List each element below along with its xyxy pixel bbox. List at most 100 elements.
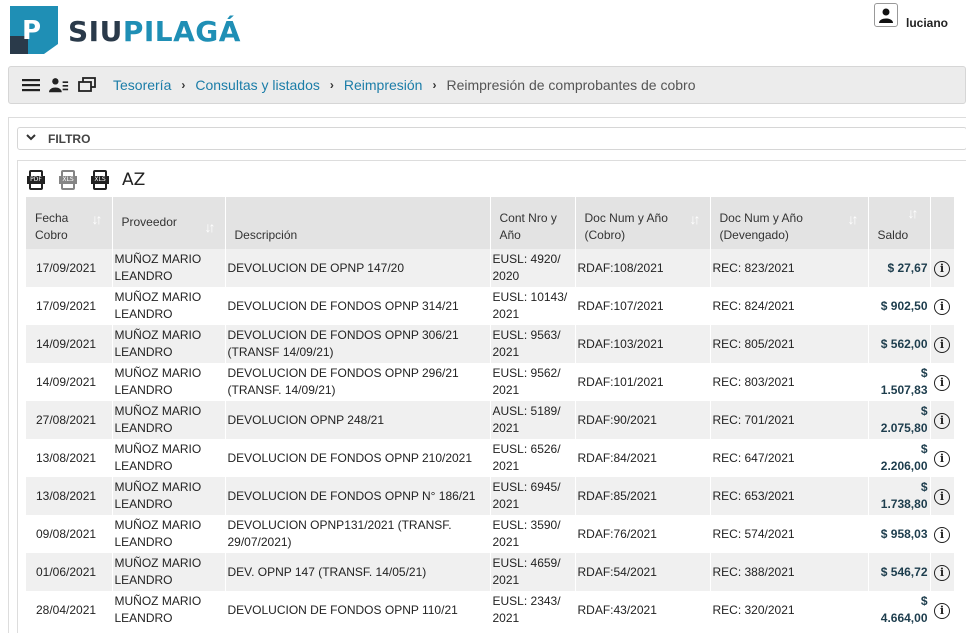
table-row[interactable]: 01/06/2021 MUÑOZ MARIO LEANDRO DEV. OPNP 1… [26,553,955,591]
results-panel: PDF XLS XLS AZ Fecha Cobro ↓↑ Proveedor ↓↑… [17,160,966,633]
breadcrumb-current: Reimpresión de comprobantes de cobro [446,77,696,93]
cell-descripcion: DEV. OPNP 147 (TRANSF. 14/05/21) [225,553,491,591]
cell-doc-devengado: REC: 320/2021 [710,591,869,629]
table-row[interactable]: 17/09/2021 MUÑOZ MARIO LEANDRO DEVOLUCION … [26,287,955,325]
column-header-actions [930,197,955,249]
breadcrumb-bar: Tesorería › Consultas y listados › Reimp… [8,66,966,104]
logo-text-siu: SIU [68,14,123,48]
column-header-doc-cobro[interactable]: Doc Num y Año (Cobro) ↓↑ [575,197,711,249]
cell-doc-devengado: REC: 803/2021 [710,363,869,401]
cell-cont: EUSL: 4659/ 2021 [490,553,576,591]
table-row[interactable]: 09/08/2021 MUÑOZ MARIO LEANDRO DEVOLUCION … [26,515,955,553]
info-icon[interactable]: i [934,298,950,315]
cell-doc-cobro: RDAF:108/2021 [575,249,711,287]
cell-fecha: 27/08/2021 [26,401,113,439]
info-icon[interactable]: i [934,412,950,429]
cell-cont: EUSL: 9563/ 2021 [490,325,576,363]
cell-doc-cobro: RDAF:90/2021 [575,401,711,439]
cell-cont: AUSL: 5189/ 2021 [490,401,576,439]
table-row[interactable]: 14/09/2021 MUÑOZ MARIO LEANDRO DEVOLUCION … [26,325,955,363]
cell-cont: EUSL: 6945/ 2021 [490,477,576,515]
xls-export-label: XLS [59,176,77,184]
logo-text-pilaga: PILAGÁ [122,14,241,48]
app-logo[interactable]: P SIUPILAGÁ [8,6,241,54]
cell-cont: EUSL: 9562/ 2021 [490,363,576,401]
info-icon[interactable]: i [934,336,950,353]
cell-doc-cobro: RDAF:107/2021 [575,287,711,325]
breadcrumb: Tesorería › Consultas y listados › Reimp… [113,77,696,93]
xls-export-icon[interactable]: XLS [58,169,78,191]
column-header-doc-devengado[interactable]: Doc Num y Año (Devengado) ↓↑ [710,197,869,249]
cell-doc-cobro: RDAF:101/2021 [575,363,711,401]
breadcrumb-link-tesoreria[interactable]: Tesorería [113,77,171,93]
cell-saldo: $ 27,67 [868,249,931,287]
sort-az-icon[interactable]: AZ [122,170,145,190]
info-icon[interactable]: i [934,602,950,619]
table-row[interactable]: 28/04/2021 MUÑOZ MARIO LEANDRO DEVOLUCION … [26,591,955,629]
cell-saldo: $ 1.738,80 [868,477,931,515]
info-icon[interactable]: i [934,450,950,467]
table-row[interactable]: 14/09/2021 MUÑOZ MARIO LEANDRO DEVOLUCION … [26,363,955,401]
pdf-export-icon[interactable]: PDF [26,169,46,191]
chevron-right-icon: › [329,78,334,92]
column-header-doc-cobro-label: Doc Num y Año (Cobro) [584,211,668,242]
cell-proveedor: MUÑOZ MARIO LEANDRO [112,439,226,477]
column-header-fecha[interactable]: Fecha Cobro ↓↑ [26,197,113,249]
windows-icon[interactable] [77,75,97,95]
cell-proveedor: MUÑOZ MARIO LEANDRO [112,591,226,629]
cell-saldo: $ 902,50 [868,287,931,325]
results-table: Fecha Cobro ↓↑ Proveedor ↓↑ Descripción Co… [26,197,955,629]
table-row[interactable]: 27/08/2021 MUÑOZ MARIO LEANDRO DEVOLUCION … [26,401,955,439]
cell-fecha: 28/04/2021 [26,591,113,629]
breadcrumb-link-consultas[interactable]: Consultas y listados [195,77,320,93]
cell-proveedor: MUÑOZ MARIO LEANDRO [112,515,226,553]
app-title: SIUPILAGÁ [68,15,241,48]
info-icon[interactable]: i [934,374,950,391]
cell-cont: EUSL: 3590/ 2021 [490,515,576,553]
cell-doc-cobro: RDAF:85/2021 [575,477,711,515]
column-header-descripcion-label: Descripción [234,228,298,242]
cell-doc-cobro: RDAF:103/2021 [575,325,711,363]
column-header-proveedor[interactable]: Proveedor ↓↑ [112,197,226,249]
info-icon[interactable]: i [934,488,950,505]
cell-proveedor: MUÑOZ MARIO LEANDRO [112,553,226,591]
cell-cont: EUSL: 6526/ 2021 [490,439,576,477]
sort-icon[interactable]: ↓↑ [92,211,103,228]
column-header-fecha-label: Fecha Cobro [35,211,69,242]
cell-doc-devengado: REC: 805/2021 [710,325,869,363]
user-menu[interactable]: luciano [873,3,948,30]
sort-icon[interactable]: ↓↑ [690,211,701,228]
sort-icon[interactable]: ↓↑ [848,211,859,228]
column-header-descripcion: Descripción [225,197,491,249]
toolbar [21,75,97,95]
table-row[interactable]: 17/09/2021 MUÑOZ MARIO LEANDRO DEVOLUCION … [26,249,955,287]
xls-export-icon[interactable]: XLS [90,169,110,191]
column-header-saldo[interactable]: Saldo ↓↑ [868,197,931,249]
cell-doc-devengado: REC: 653/2021 [710,477,869,515]
cell-actions: i [930,325,955,363]
cell-actions: i [930,363,955,401]
hamburger-menu-icon[interactable] [21,75,41,95]
filter-toggle[interactable]: FILTRO [17,127,966,150]
cell-descripcion: DEVOLUCION DE FONDOS OPNP 306/21 (TRANSF… [225,325,491,363]
cell-doc-cobro: RDAF:84/2021 [575,439,711,477]
user-card-icon[interactable] [49,75,69,95]
sort-icon[interactable]: ↓↑ [205,219,216,236]
info-icon[interactable]: i [934,564,950,581]
column-header-doc-devengado-label: Doc Num y Año (Devengado) [719,211,803,242]
user-name[interactable]: luciano [906,16,948,30]
xls-export-label: XLS [91,176,109,184]
table-body: 17/09/2021 MUÑOZ MARIO LEANDRO DEVOLUCION … [26,249,955,629]
sort-icon[interactable]: ↓↑ [908,205,919,222]
cell-descripcion: DEVOLUCION DE FONDOS OPNP 296/21 (TRANSF… [225,363,491,401]
table-row[interactable]: 13/08/2021 MUÑOZ MARIO LEANDRO DEVOLUCION … [26,439,955,477]
cell-saldo: $ 4.664,00 [868,591,931,629]
table-row[interactable]: 13/08/2021 MUÑOZ MARIO LEANDRO DEVOLUCION … [26,477,955,515]
column-header-proveedor-label: Proveedor [121,215,177,229]
info-icon[interactable]: i [934,526,950,543]
breadcrumb-link-reimpresion[interactable]: Reimpresión [344,77,423,93]
cell-fecha: 13/08/2021 [26,477,113,515]
logo-mark-icon: P [8,6,60,54]
info-icon[interactable]: i [934,260,950,277]
user-icon[interactable] [873,3,898,27]
